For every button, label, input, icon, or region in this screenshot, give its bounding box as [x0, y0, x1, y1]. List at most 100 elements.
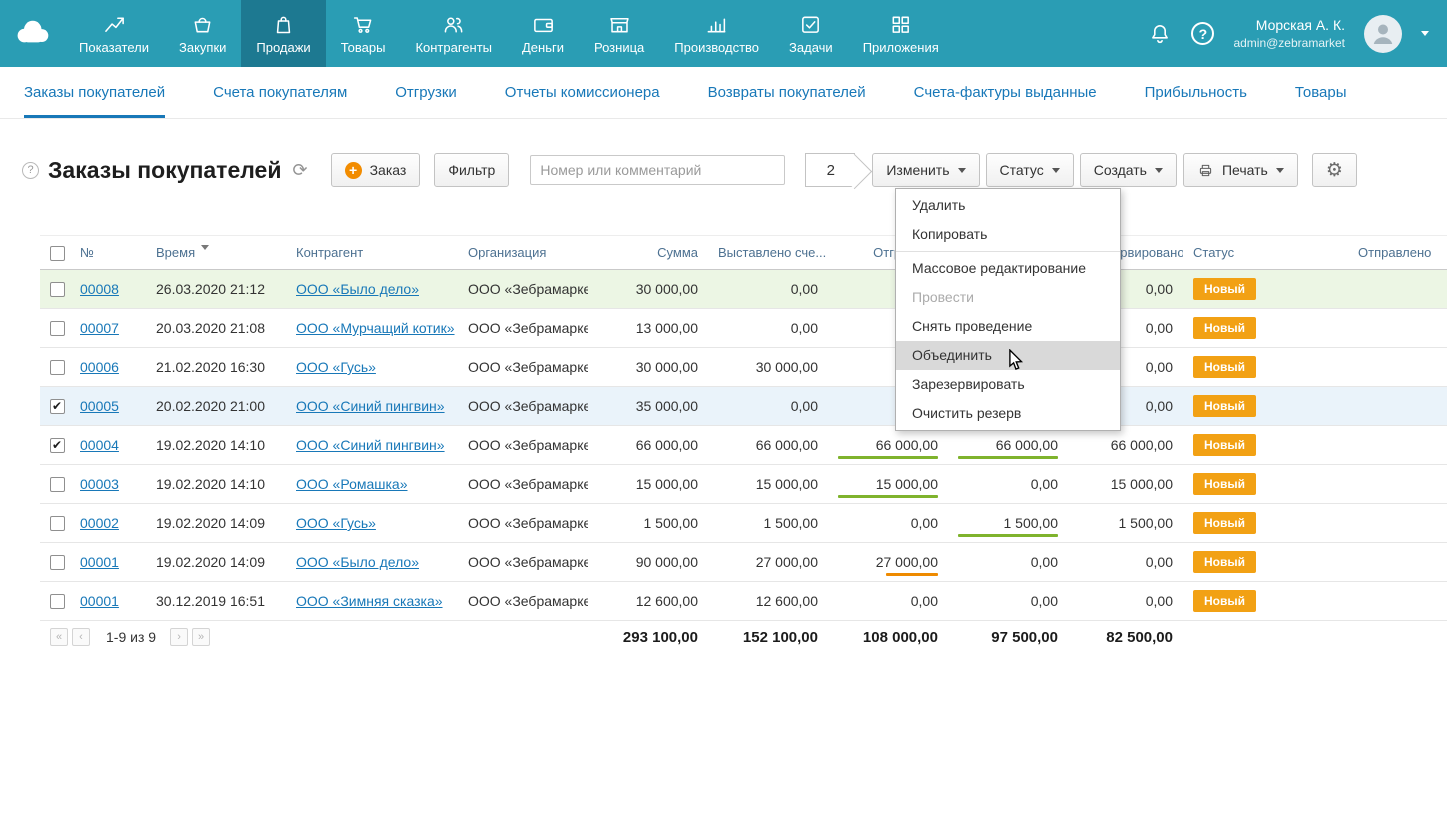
- table-row[interactable]: 00006 21.02.2020 16:30 ООО «Гусь» ООО «З…: [40, 348, 1447, 387]
- status-badge[interactable]: Новый: [1193, 512, 1256, 534]
- table-row[interactable]: 00005 20.02.2020 21:00 ООО «Синий пингви…: [40, 387, 1447, 426]
- order-number-link[interactable]: 00006: [80, 359, 119, 375]
- avatar[interactable]: [1364, 15, 1402, 53]
- row-checkbox[interactable]: [50, 399, 65, 414]
- edit-dropdown-button[interactable]: Изменить: [872, 153, 979, 187]
- pagination-first-button[interactable]: «: [50, 628, 68, 646]
- nav-item-pokazateli[interactable]: Показатели: [64, 0, 164, 67]
- col-sum-header[interactable]: Сумма: [588, 236, 708, 270]
- paid-cell: 0,00: [948, 465, 1068, 504]
- pagination-prev-button[interactable]: ‹: [72, 628, 90, 646]
- user-account[interactable]: Морская А. К. admin@zebramarket: [1233, 16, 1345, 51]
- menu-item-1[interactable]: Копировать: [896, 220, 1120, 249]
- row-checkbox[interactable]: [50, 360, 65, 375]
- col-time-header[interactable]: Время: [146, 236, 286, 270]
- col-sent-header[interactable]: Отправлено: [1348, 236, 1447, 270]
- row-checkbox[interactable]: [50, 477, 65, 492]
- notifications-bell-icon[interactable]: [1148, 22, 1172, 46]
- status-badge[interactable]: Новый: [1193, 278, 1256, 300]
- row-checkbox[interactable]: [50, 555, 65, 570]
- counterparty-link[interactable]: ООО «Было дело»: [296, 281, 419, 297]
- status-badge[interactable]: Новый: [1193, 590, 1256, 612]
- status-badge[interactable]: Новый: [1193, 551, 1256, 573]
- nav-item-dengi[interactable]: Деньги: [507, 0, 579, 67]
- tab-1[interactable]: Счета покупателям: [189, 67, 371, 118]
- select-all-checkbox[interactable]: [50, 246, 65, 261]
- order-number-link[interactable]: 00001: [80, 554, 119, 570]
- row-checkbox[interactable]: [50, 438, 65, 453]
- counterparty-link[interactable]: ООО «Ромашка»: [296, 476, 408, 492]
- counterparty-link[interactable]: ООО «Зимняя сказка»: [296, 593, 443, 609]
- counterparty-link[interactable]: ООО «Было дело»: [296, 554, 419, 570]
- pagination-next-button[interactable]: ›: [170, 628, 188, 646]
- refresh-icon[interactable]: ⟳: [292, 160, 307, 181]
- row-checkbox[interactable]: [50, 321, 65, 336]
- help-icon[interactable]: ?: [1191, 22, 1214, 45]
- tab-7[interactable]: Товары: [1271, 67, 1371, 118]
- counterparty-link[interactable]: ООО «Синий пингвин»: [296, 437, 445, 453]
- nav-item-prilozheniya[interactable]: Приложения: [848, 0, 954, 67]
- order-number-link[interactable]: 00004: [80, 437, 119, 453]
- status-badge[interactable]: Новый: [1193, 317, 1256, 339]
- tab-5[interactable]: Счета-фактуры выданные: [890, 67, 1121, 118]
- table-row[interactable]: 00008 26.03.2020 21:12 ООО «Было дело» О…: [40, 270, 1447, 309]
- counterparty-link[interactable]: ООО «Гусь»: [296, 515, 376, 531]
- tab-0[interactable]: Заказы покупателей: [0, 67, 189, 118]
- counterparty-link[interactable]: ООО «Мурчащий котик»: [296, 320, 455, 336]
- app-logo[interactable]: [0, 0, 64, 67]
- tab-2[interactable]: Отгрузки: [371, 67, 481, 118]
- menu-item-6[interactable]: Зарезервировать: [896, 370, 1120, 399]
- row-checkbox[interactable]: [50, 282, 65, 297]
- table-row[interactable]: 00003 19.02.2020 14:10 ООО «Ромашка» ООО…: [40, 465, 1447, 504]
- tab-6[interactable]: Прибыльность: [1121, 67, 1271, 118]
- table-row[interactable]: 00002 19.02.2020 14:09 ООО «Гусь» ООО «З…: [40, 504, 1447, 543]
- tab-3[interactable]: Отчеты комиссионера: [481, 67, 684, 118]
- nav-item-proizvodstvo[interactable]: Производство: [659, 0, 774, 67]
- table-row[interactable]: 00004 19.02.2020 14:10 ООО «Синий пингви…: [40, 426, 1447, 465]
- new-order-button[interactable]: + Заказ: [331, 153, 421, 187]
- create-dropdown-button[interactable]: Создать: [1080, 153, 1177, 187]
- menu-item-7[interactable]: Очистить резерв: [896, 399, 1120, 428]
- col-status-header[interactable]: Статус: [1183, 236, 1348, 270]
- nav-item-tovary[interactable]: Товары: [326, 0, 401, 67]
- pagination-last-button[interactable]: »: [192, 628, 210, 646]
- row-checkbox[interactable]: [50, 594, 65, 609]
- order-number-link[interactable]: 00002: [80, 515, 119, 531]
- col-organization-header[interactable]: Организация: [458, 236, 588, 270]
- nav-item-roznitsa[interactable]: Розница: [579, 0, 659, 67]
- search-input[interactable]: [530, 155, 785, 185]
- table-row[interactable]: 00007 20.03.2020 21:08 ООО «Мурчащий кот…: [40, 309, 1447, 348]
- col-number-header[interactable]: №: [70, 236, 146, 270]
- nav-item-kontragenty[interactable]: Контрагенты: [400, 0, 507, 67]
- filter-button[interactable]: Фильтр: [434, 153, 509, 187]
- page-help-icon[interactable]: ?: [22, 162, 39, 179]
- row-checkbox[interactable]: [50, 516, 65, 531]
- col-counterparty-header[interactable]: Контрагент: [286, 236, 458, 270]
- print-dropdown-button[interactable]: Печать: [1183, 153, 1298, 187]
- settings-button[interactable]: ⚙: [1312, 153, 1357, 187]
- order-number-link[interactable]: 00008: [80, 281, 119, 297]
- order-number-link[interactable]: 00001: [80, 593, 119, 609]
- nav-item-prodazhi[interactable]: Продажи: [241, 0, 325, 67]
- counterparty-link[interactable]: ООО «Гусь»: [296, 359, 376, 375]
- table-row[interactable]: 00001 19.02.2020 14:09 ООО «Было дело» О…: [40, 543, 1447, 582]
- order-number-link[interactable]: 00003: [80, 476, 119, 492]
- tab-4[interactable]: Возвраты покупателей: [684, 67, 890, 118]
- nav-item-zakupki[interactable]: Закупки: [164, 0, 241, 67]
- status-badge[interactable]: Новый: [1193, 473, 1256, 495]
- counterparty-link[interactable]: ООО «Синий пингвин»: [296, 398, 445, 414]
- status-badge[interactable]: Новый: [1193, 434, 1256, 456]
- menu-item-2[interactable]: Массовое редактирование: [896, 254, 1120, 283]
- status-badge[interactable]: Новый: [1193, 395, 1256, 417]
- table-row[interactable]: 00001 30.12.2019 16:51 ООО «Зимняя сказк…: [40, 582, 1447, 621]
- status-badge[interactable]: Новый: [1193, 356, 1256, 378]
- menu-item-5[interactable]: Объединить: [896, 341, 1120, 370]
- menu-item-0[interactable]: Удалить: [896, 191, 1120, 220]
- nav-item-zadachi[interactable]: Задачи: [774, 0, 848, 67]
- col-invoiced-header[interactable]: Выставлено сче...: [708, 236, 828, 270]
- status-dropdown-button[interactable]: Статус: [986, 153, 1074, 187]
- chevron-down-icon[interactable]: [1421, 31, 1429, 36]
- menu-item-4[interactable]: Снять проведение: [896, 312, 1120, 341]
- order-number-link[interactable]: 00005: [80, 398, 119, 414]
- order-number-link[interactable]: 00007: [80, 320, 119, 336]
